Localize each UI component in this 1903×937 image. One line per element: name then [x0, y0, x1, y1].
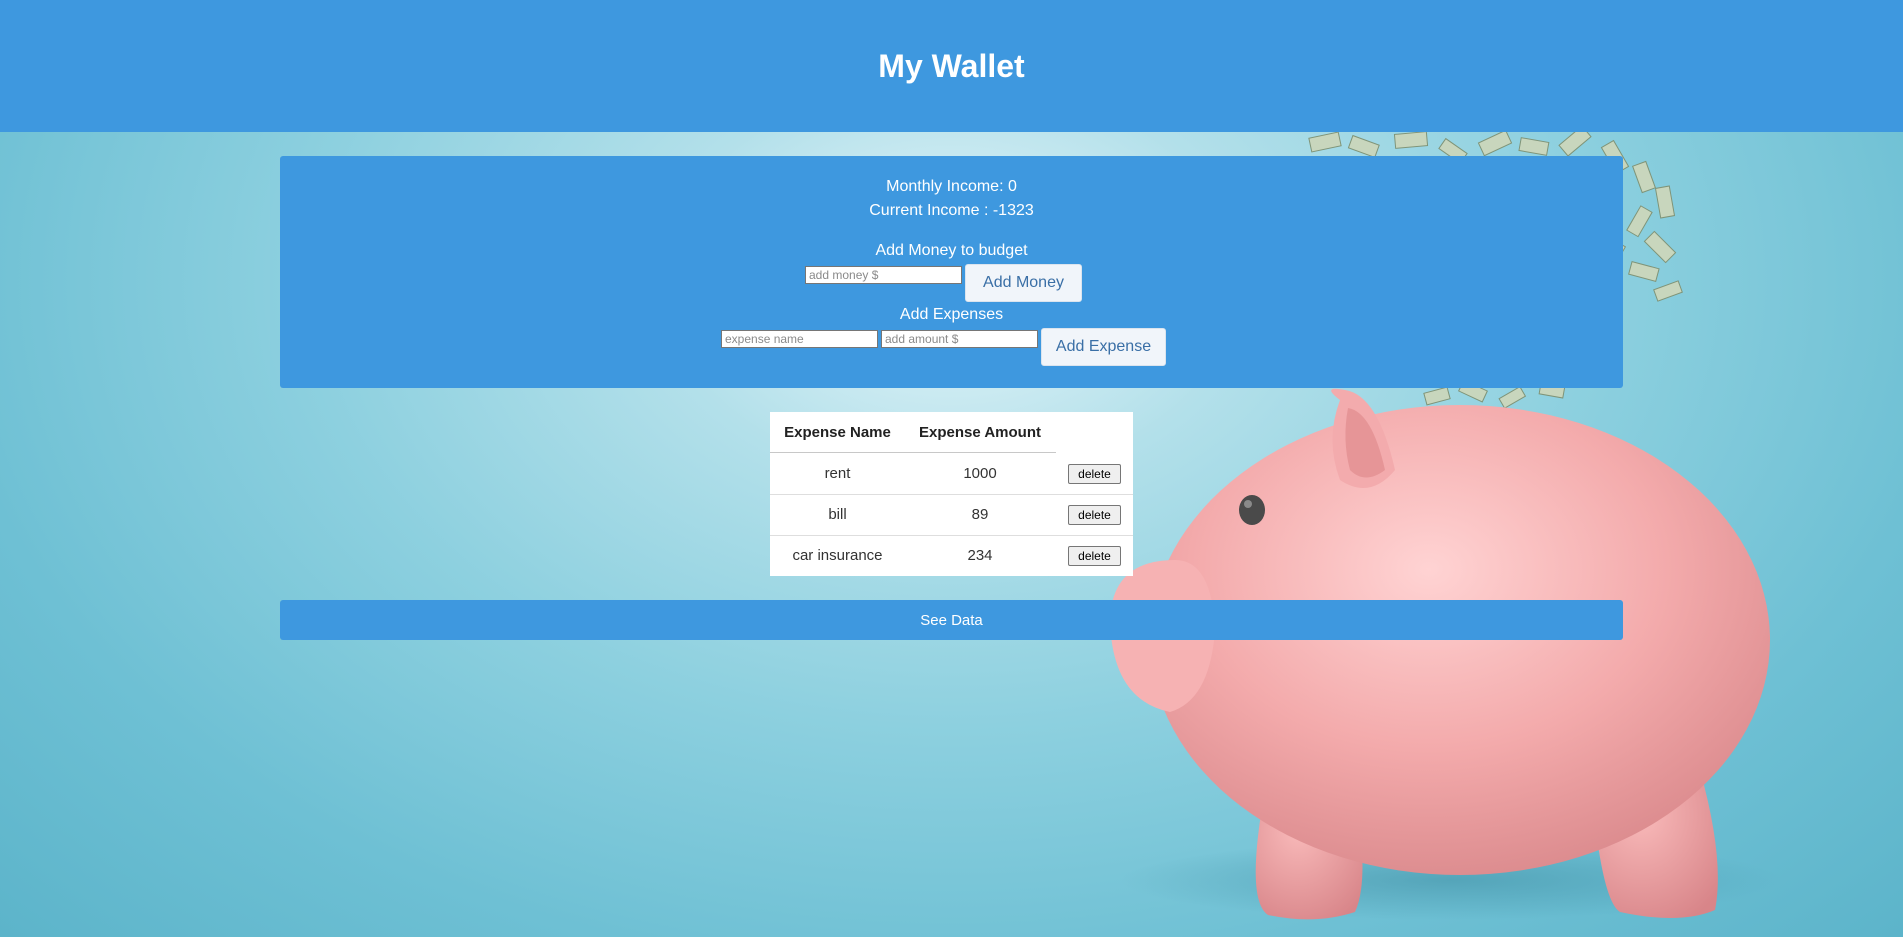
column-header-expense-name: Expense Name — [784, 424, 891, 441]
expense-table: Expense Name Expense Amount rent 1000 de… — [770, 412, 1133, 576]
expense-name-input[interactable] — [721, 330, 878, 348]
expense-amount-cell: 89 — [971, 506, 989, 523]
row-divider — [770, 494, 1133, 495]
current-income-text: Current Income : -1323 — [869, 202, 1034, 219]
expense-name-cell: car insurance — [792, 547, 883, 564]
delete-button[interactable]: delete — [1068, 464, 1121, 484]
add-expense-button[interactable]: Add Expense — [1041, 328, 1166, 366]
column-header-expense-amount: Expense Amount — [919, 424, 1041, 441]
piggy-bank-icon — [1110, 388, 1770, 920]
see-data-button[interactable]: See Data — [280, 600, 1623, 640]
expense-amount-cell: 1000 — [963, 465, 997, 482]
expense-amount-input[interactable] — [881, 330, 1038, 348]
page-title: My Wallet — [878, 48, 1025, 84]
add-money-heading: Add Money to budget — [875, 242, 1028, 259]
app-header: My Wallet — [0, 0, 1903, 132]
expense-name-cell: bill — [828, 506, 847, 523]
add-money-input[interactable] — [805, 266, 962, 284]
monthly-income-text: Monthly Income: 0 — [886, 178, 1017, 195]
delete-button[interactable]: delete — [1068, 546, 1121, 566]
expense-name-cell: rent — [824, 465, 851, 482]
delete-button[interactable]: delete — [1068, 505, 1121, 525]
add-money-button[interactable]: Add Money — [965, 264, 1082, 302]
header-divider — [770, 452, 1056, 453]
row-divider — [770, 535, 1133, 536]
budget-panel: Monthly Income: 0 Current Income : -1323… — [280, 156, 1623, 388]
add-expenses-heading: Add Expenses — [899, 306, 1004, 323]
expense-amount-cell: 234 — [967, 547, 993, 564]
